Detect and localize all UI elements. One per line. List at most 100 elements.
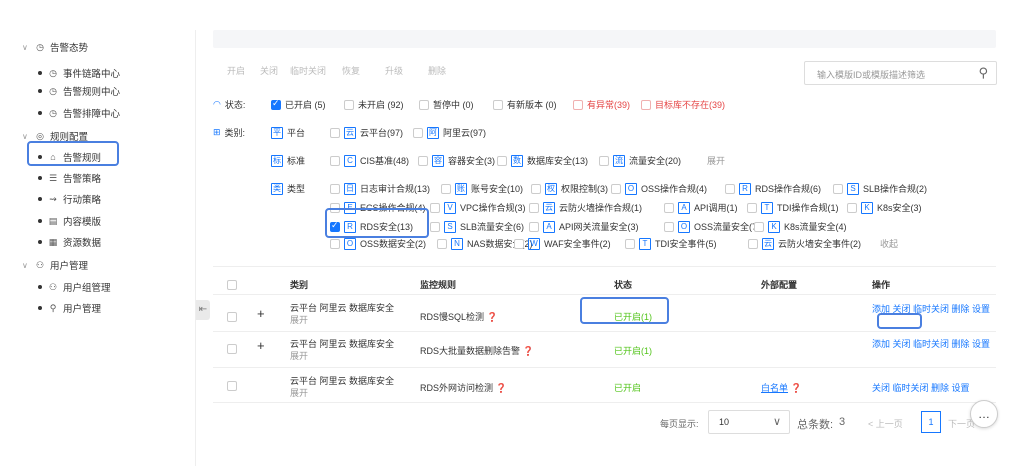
- checkbox[interactable]: [330, 155, 340, 166]
- status-option-enabled[interactable]: 已开启 (5): [271, 98, 326, 111]
- checkbox[interactable]: [664, 202, 674, 213]
- checkbox[interactable]: [271, 98, 281, 110]
- filter-container-security[interactable]: 容容器安全(3): [418, 154, 495, 167]
- checkbox[interactable]: [419, 99, 429, 110]
- checkbox[interactable]: [725, 183, 735, 194]
- filter-oss-traffic[interactable]: O OSS流量安全(7): [664, 220, 760, 233]
- chat-icon[interactable]: …: [970, 400, 998, 428]
- filter-rds-ops[interactable]: R RDS操作合规(6): [725, 182, 821, 195]
- filter-oss-data[interactable]: O OSS数据安全(2): [330, 237, 426, 250]
- expand-standard-link[interactable]: 展开: [707, 154, 725, 167]
- help-icon[interactable]: ❓: [523, 346, 534, 356]
- filter-account-security[interactable]: 账账号安全(10): [441, 182, 523, 195]
- checkbox[interactable]: [847, 202, 857, 213]
- checkbox[interactable]: [330, 127, 340, 138]
- per-page-select[interactable]: 10 ∨: [708, 410, 790, 434]
- checkbox[interactable]: [747, 202, 757, 213]
- checkbox[interactable]: [529, 221, 539, 232]
- filter-firewall-ops[interactable]: 云云防火墙操作合规(1): [529, 201, 642, 214]
- whitelist-link[interactable]: 白名单: [761, 383, 788, 393]
- sidebar-item-user-group[interactable]: ⚇ 用户组管理: [0, 277, 196, 297]
- status-option-not-enabled[interactable]: 未开启 (92): [344, 98, 404, 111]
- checkbox[interactable]: [330, 183, 340, 194]
- sidebar-item-action-strategy[interactable]: ⇝ 行动策略: [0, 189, 196, 209]
- status-option-abnormal[interactable]: 有异常(39): [573, 98, 630, 111]
- row-checkbox[interactable]: [227, 381, 237, 391]
- filter-cloud-platform[interactable]: 云云平台(97): [330, 126, 403, 139]
- select-all-checkbox[interactable]: [227, 280, 237, 290]
- filter-log-audit[interactable]: 日日志审计合规(13): [330, 182, 430, 195]
- help-icon[interactable]: ❓: [496, 383, 507, 393]
- checkbox[interactable]: [497, 155, 507, 166]
- checkbox[interactable]: [437, 238, 447, 249]
- filter-database-security[interactable]: 数数据库安全(13): [497, 154, 588, 167]
- expand-link[interactable]: 展开: [290, 351, 308, 361]
- row-checkbox[interactable]: [227, 312, 237, 322]
- collapse-type-link[interactable]: 收起: [880, 237, 898, 250]
- checkbox[interactable]: [754, 221, 764, 232]
- sidebar-item-alert-rule-center[interactable]: ◷ 告警规则中心: [0, 81, 196, 101]
- delete-button[interactable]: 删除: [428, 64, 446, 77]
- checkbox[interactable]: [344, 99, 354, 110]
- sidebar-item-event-chain[interactable]: ◷ 事件链路中心: [0, 63, 196, 83]
- checkbox[interactable]: [514, 238, 524, 249]
- sidebar-item-content-template[interactable]: ▤ 内容模版: [0, 211, 196, 231]
- filter-aliyun[interactable]: 阿阿里云(97): [413, 126, 486, 139]
- filter-waf-event[interactable]: W WAF安全事件(2): [514, 237, 611, 250]
- sidebar-item-resource-data[interactable]: ▦ 资源数据: [0, 232, 196, 252]
- temp-disable-button[interactable]: 临时关闭: [290, 64, 326, 77]
- filter-firewall-event[interactable]: 云云防火墙安全事件(2): [748, 237, 861, 250]
- search-input[interactable]: 输入模版ID或模版描述筛选 ⚲: [804, 61, 997, 85]
- checkbox[interactable]: [430, 202, 440, 213]
- enable-button[interactable]: 开启: [227, 64, 245, 77]
- filter-vpc-ops[interactable]: V VPC操作合规(3): [430, 201, 526, 214]
- checkbox[interactable]: [641, 99, 651, 110]
- filter-slb-ops[interactable]: S SLB操作合规(2): [833, 182, 927, 195]
- checkbox[interactable]: [493, 99, 503, 110]
- sidebar-item-user[interactable]: ⚲ 用户管理: [0, 298, 196, 318]
- filter-cis[interactable]: C CIS基准(48): [330, 154, 409, 167]
- filter-k8s-security[interactable]: K K8s安全(3): [847, 201, 922, 214]
- filter-k8s-traffic[interactable]: K K8s流量安全(4): [754, 220, 847, 233]
- filter-slb-traffic[interactable]: S SLB流量安全(6): [430, 220, 524, 233]
- checkbox[interactable]: [748, 238, 758, 249]
- checkbox[interactable]: [573, 99, 583, 110]
- prev-page-button[interactable]: < 上一页: [868, 417, 903, 430]
- checkbox[interactable]: [413, 127, 423, 138]
- help-icon[interactable]: ❓: [487, 312, 498, 322]
- checkbox[interactable]: [330, 238, 340, 249]
- search-icon[interactable]: ⚲: [978, 65, 988, 81]
- checkbox[interactable]: [625, 238, 635, 249]
- checkbox[interactable]: [611, 183, 621, 194]
- restore-button[interactable]: 恢复: [342, 64, 360, 77]
- page-1-button[interactable]: 1: [921, 411, 941, 433]
- expand-link[interactable]: 展开: [290, 388, 308, 398]
- sidebar-section-user-management[interactable]: ∨ ⚇ 用户管理: [0, 255, 196, 275]
- filter-api-gateway-traffic[interactable]: A API网关流量安全(3): [529, 220, 639, 233]
- expand-row-icon[interactable]: +: [257, 306, 265, 321]
- row-checkbox[interactable]: [227, 344, 237, 354]
- sidebar-section-alert-overview[interactable]: ∨ ◷ 告警态势: [0, 37, 196, 57]
- checkbox[interactable]: [529, 202, 539, 213]
- filter-permission-control[interactable]: 权权限控制(3): [531, 182, 608, 195]
- expand-link[interactable]: 展开: [290, 315, 308, 325]
- actions-cell[interactable]: 添加 关闭 临时关闭 删除 设置: [872, 338, 992, 350]
- filter-oss-ops[interactable]: O OSS操作合规(4): [611, 182, 707, 195]
- checkbox[interactable]: [430, 221, 440, 232]
- checkbox[interactable]: [599, 155, 609, 166]
- filter-traffic-security[interactable]: 流流量安全(20): [599, 154, 681, 167]
- checkbox[interactable]: [418, 155, 428, 166]
- filter-tdi-ops[interactable]: T TDI操作合规(1): [747, 201, 839, 214]
- checkbox[interactable]: [664, 221, 674, 232]
- disable-button[interactable]: 关闭: [260, 64, 278, 77]
- expand-row-icon[interactable]: +: [257, 338, 265, 353]
- status-option-paused[interactable]: 暂停中 (0): [419, 98, 474, 111]
- sidebar-item-alert-troubleshoot[interactable]: ◷ 告警排障中心: [0, 103, 196, 123]
- sidebar-collapse-handle[interactable]: ⇤: [196, 300, 210, 320]
- checkbox[interactable]: [531, 183, 541, 194]
- help-icon[interactable]: ❓: [791, 383, 802, 393]
- filter-api-call[interactable]: A API调用(1): [664, 201, 738, 214]
- checkbox[interactable]: [833, 183, 843, 194]
- upgrade-button[interactable]: 升级: [385, 64, 403, 77]
- sidebar-item-alert-strategy[interactable]: ☰ 告警策略: [0, 168, 196, 188]
